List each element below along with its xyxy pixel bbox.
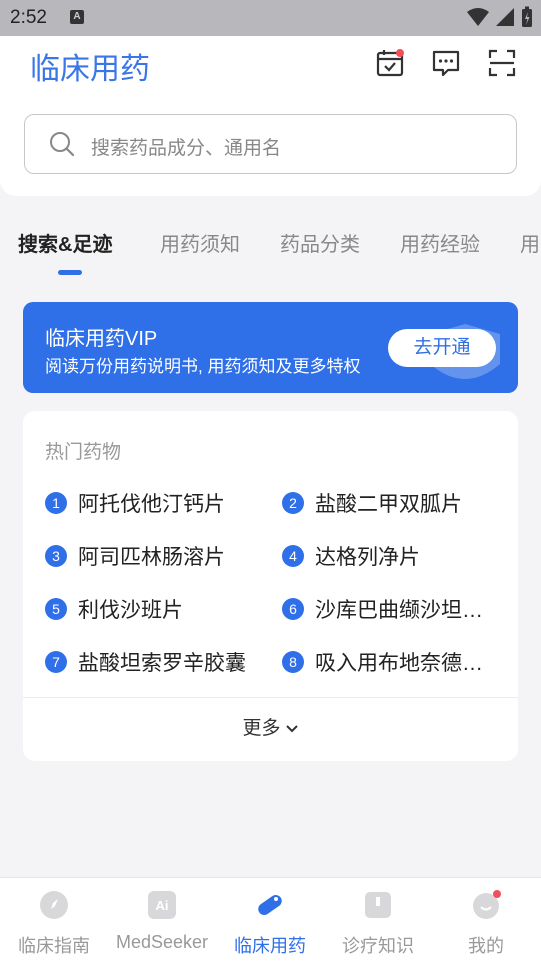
rank-badge: 8 xyxy=(282,651,304,673)
drug-name: 盐酸二甲双胍片 xyxy=(315,493,462,516)
compass-icon xyxy=(40,891,68,919)
nav-label: MedSeeker xyxy=(115,932,209,952)
drug-name: 利伐沙班片 xyxy=(78,599,183,622)
status-icons xyxy=(467,6,533,28)
vip-title: 临床用药VIP xyxy=(45,328,158,350)
drug-name: 盐酸坦索罗辛胶囊 xyxy=(78,652,246,675)
more-label: 更多 xyxy=(242,718,281,739)
drug-name: 达格列净片 xyxy=(315,546,420,569)
divider xyxy=(23,697,518,698)
hot-drug-item[interactable]: 2 盐酸二甲双胍片 xyxy=(282,488,502,518)
nav-label: 临床指南 xyxy=(18,936,90,956)
app-header: 临床用药 搜索药品成分、通用名 xyxy=(0,36,541,196)
drug-name: 沙库巴曲缬沙坦… xyxy=(315,599,483,622)
tab-medication-notes[interactable]: 用药须知 xyxy=(160,228,240,257)
drug-name: 吸入用布地奈德… xyxy=(315,652,483,675)
drug-name: 阿司匹林肠溶片 xyxy=(78,546,225,569)
rank-badge: 6 xyxy=(282,598,304,620)
signal-icon xyxy=(496,8,514,26)
scan-icon[interactable] xyxy=(487,48,517,78)
rank-badge: 2 xyxy=(282,492,304,514)
hot-drug-item[interactable]: 5 利伐沙班片 xyxy=(45,594,265,624)
app-logo: 临床用药 xyxy=(30,53,150,86)
nav-item-knowledge[interactable]: 诊疗知识 xyxy=(324,878,432,963)
nav-label: 我的 xyxy=(468,936,504,956)
nav-label: 临床用药 xyxy=(234,936,306,956)
search-placeholder: 搜索药品成分、通用名 xyxy=(91,138,282,159)
tab-more-cut[interactable]: 用 xyxy=(520,228,540,257)
vip-subtitle: 阅读万份用药说明书, 用药须知及更多特权 xyxy=(45,357,361,376)
rank-badge: 4 xyxy=(282,545,304,567)
active-tab-indicator xyxy=(58,270,82,275)
svg-text:Ai: Ai xyxy=(156,898,169,913)
rank-badge: 5 xyxy=(45,598,67,620)
hot-drug-item[interactable]: 3 阿司匹林肠溶片 xyxy=(45,541,265,571)
hot-drug-item[interactable]: 1 阿托伐他汀钙片 xyxy=(45,488,265,518)
rank-badge: 7 xyxy=(45,651,67,673)
rank-badge: 3 xyxy=(45,545,67,567)
battery-icon xyxy=(522,6,532,27)
activate-vip-button[interactable]: 去开通 xyxy=(388,329,496,367)
wifi-icon xyxy=(467,8,489,26)
calendar-check-icon[interactable] xyxy=(375,48,405,78)
a-notification-icon: A xyxy=(70,10,84,24)
search-icon xyxy=(50,132,75,157)
status-bar: 2:52 A xyxy=(0,0,541,36)
more-button[interactable]: 更多 xyxy=(23,713,518,740)
search-input[interactable]: 搜索药品成分、通用名 xyxy=(24,114,517,174)
book-icon xyxy=(365,892,391,918)
hot-drug-item[interactable]: 6 沙库巴曲缬沙坦… xyxy=(282,594,502,624)
nav-item-profile[interactable]: 我的 xyxy=(432,878,540,963)
nav-item-guidelines[interactable]: 临床指南 xyxy=(0,878,108,963)
bottom-navigation: 临床指南 Ai MedSeeker 临床用药 诊疗知识 我的 xyxy=(0,877,541,963)
category-tabs: 搜索&足迹 用药须知 药品分类 用药经验 用 xyxy=(0,218,541,278)
pill-icon xyxy=(258,894,282,916)
drug-name: 阿托伐他汀钙片 xyxy=(78,493,225,516)
nav-label: 诊疗知识 xyxy=(342,936,414,956)
status-time: 2:52 xyxy=(10,7,47,28)
hot-drug-item[interactable]: 8 吸入用布地奈德… xyxy=(282,647,502,677)
hot-drug-item[interactable]: 4 达格列净片 xyxy=(282,541,502,571)
tab-search-history[interactable]: 搜索&足迹 xyxy=(18,228,112,257)
hot-drugs-title: 热门药物 xyxy=(45,442,122,463)
hot-drug-item[interactable]: 7 盐酸坦索罗辛胶囊 xyxy=(45,647,265,677)
tab-drug-categories[interactable]: 药品分类 xyxy=(280,228,360,257)
vip-banner[interactable]: 临床用药VIP 阅读万份用药说明书, 用药须知及更多特权 去开通 xyxy=(23,302,518,393)
nav-item-medseeker[interactable]: Ai MedSeeker xyxy=(108,878,216,963)
hot-drugs-card: 热门药物 1 阿托伐他汀钙片 2 盐酸二甲双胍片 3 阿司匹林肠溶片 4 达格列… xyxy=(23,411,518,761)
ai-icon: Ai xyxy=(148,891,176,919)
tab-medication-experience[interactable]: 用药经验 xyxy=(400,228,480,257)
chevron-down-icon xyxy=(285,725,298,733)
rank-badge: 1 xyxy=(45,492,67,514)
profile-icon xyxy=(473,890,501,919)
message-icon[interactable] xyxy=(431,48,461,78)
nav-item-clinical-medication[interactable]: 临床用药 xyxy=(216,878,324,963)
